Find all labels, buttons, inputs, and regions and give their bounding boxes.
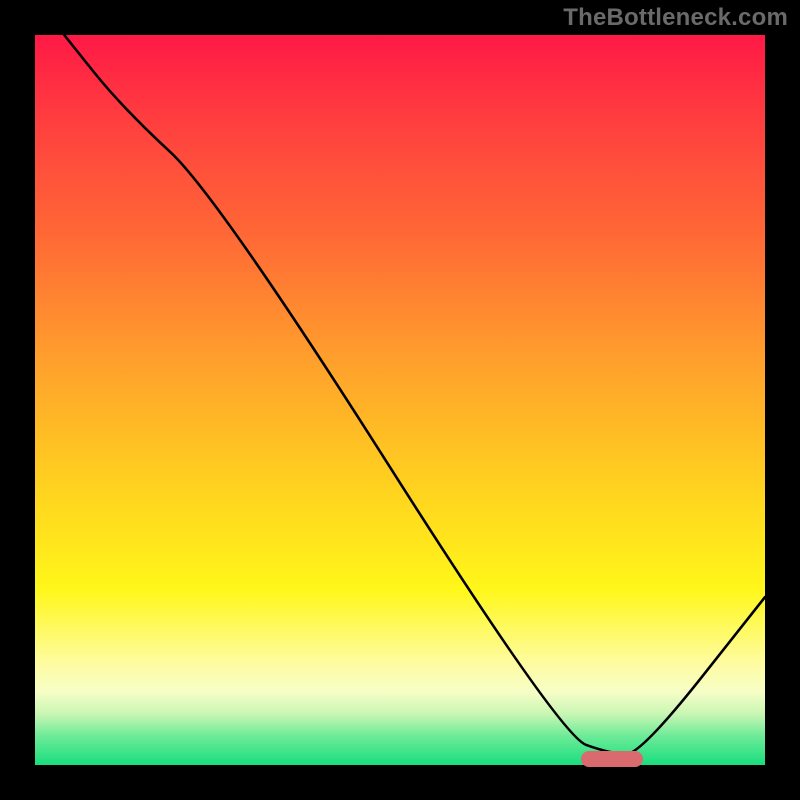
watermark-text: TheBottleneck.com <box>563 4 788 32</box>
chart-frame: TheBottleneck.com <box>0 0 800 800</box>
bottleneck-line <box>35 35 765 765</box>
plot-area <box>35 35 765 765</box>
optimal-marker <box>581 751 643 767</box>
curve-path <box>64 35 765 754</box>
